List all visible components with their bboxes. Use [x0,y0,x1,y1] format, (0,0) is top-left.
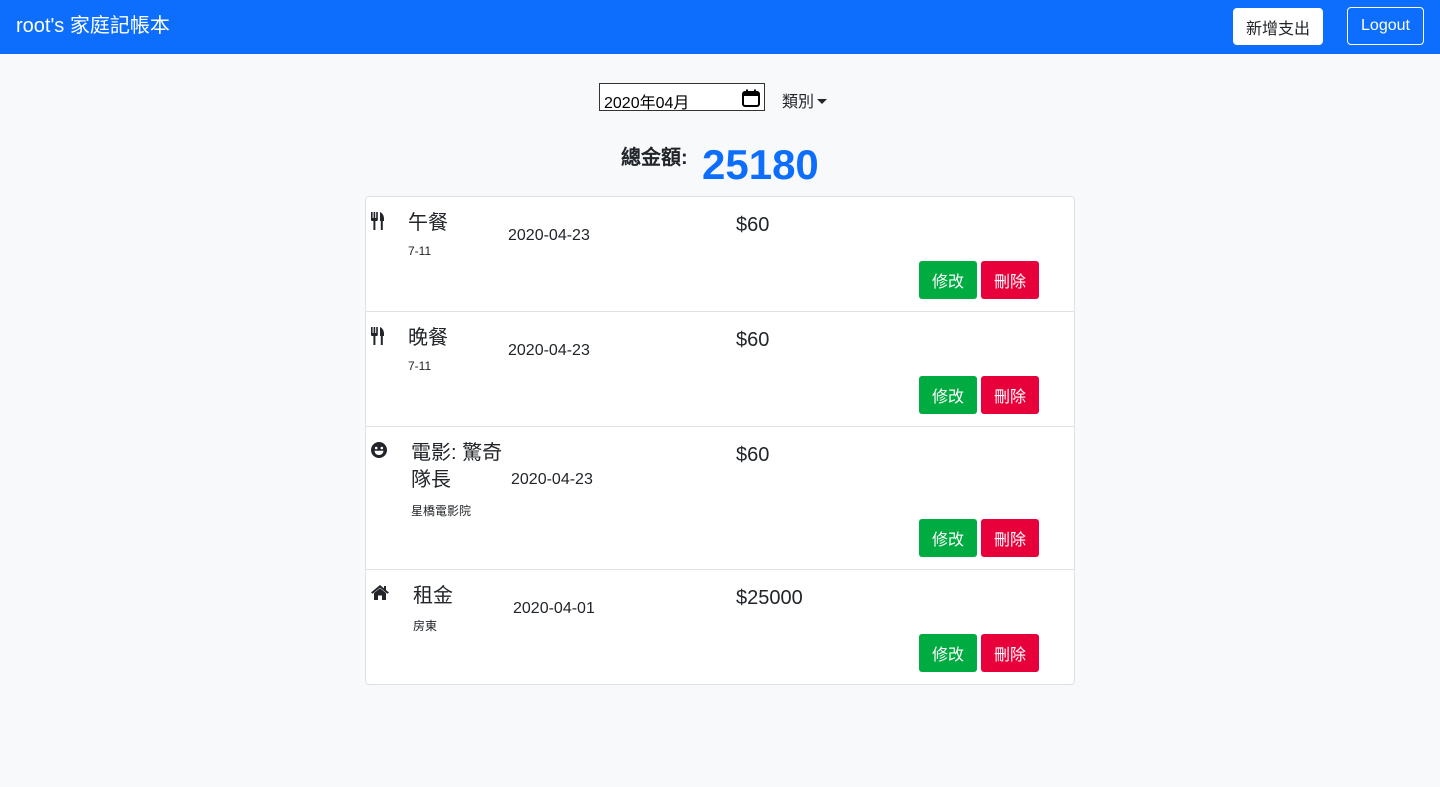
record-amount: $60 [736,214,770,236]
record-name: 晚餐 [408,327,448,349]
record-amount: $60 [736,329,770,351]
record-name-line-1: 電影: 驚奇 [411,442,503,464]
record-merchant: 7-11 [408,244,432,258]
delete-button[interactable]: 刪除 [981,261,1039,299]
edit-button[interactable]: 修改 [919,376,977,414]
month-picker[interactable]: 2020年04月 [599,83,765,112]
record-name-line-2: 隊長 [411,469,451,491]
record-amount: $25000 [736,587,803,609]
delete-button[interactable]: 刪除 [981,376,1039,414]
list-item: 租金 房東 2020-04-01 $25000 修改 刪除 [366,570,1074,685]
edit-button[interactable]: 修改 [919,634,977,672]
app-brand[interactable]: root's 家庭記帳本 [16,14,170,38]
logout-button[interactable]: Logout [1347,7,1424,45]
utensils-icon [371,327,385,345]
expense-list: 午餐 7-11 2020-04-23 $60 修改 刪除 晚餐 7-11 202… [365,196,1075,685]
edit-button[interactable]: 修改 [919,519,977,557]
list-item: 電影: 驚奇 隊長 星橋電影院 2020-04-23 $60 修改 刪除 [366,427,1074,570]
delete-button[interactable]: 刪除 [981,519,1039,557]
record-date: 2020-04-01 [513,600,595,617]
record-date: 2020-04-23 [511,471,593,488]
total-amount: 25180 [702,141,819,188]
home-icon [371,585,389,600]
month-value: 2020年04月 [604,95,690,112]
caret-down-icon [817,99,828,104]
record-date: 2020-04-23 [508,342,590,359]
record-name: 租金 [413,585,453,607]
total-label: 總金額: [621,147,688,169]
list-item: 晚餐 7-11 2020-04-23 $60 修改 刪除 [366,312,1074,427]
record-name: 午餐 [408,212,448,234]
record-amount: $60 [736,444,770,466]
laugh-icon [371,442,387,458]
record-merchant: 7-11 [408,359,432,373]
delete-button[interactable]: 刪除 [981,634,1039,672]
record-merchant: 星橋電影院 [411,504,472,518]
record-merchant: 房東 [413,619,438,633]
list-item: 午餐 7-11 2020-04-23 $60 修改 刪除 [366,197,1074,312]
utensils-icon [371,212,385,230]
category-label: 類別 [782,94,815,111]
navbar: root's 家庭記帳本 新增支出 Logout [0,0,1440,54]
calendar-icon[interactable] [742,89,760,107]
add-expense-button[interactable]: 新增支出 [1233,8,1323,45]
category-dropdown[interactable]: 類別 [782,88,828,112]
record-date: 2020-04-23 [508,227,590,244]
edit-button[interactable]: 修改 [919,261,977,299]
